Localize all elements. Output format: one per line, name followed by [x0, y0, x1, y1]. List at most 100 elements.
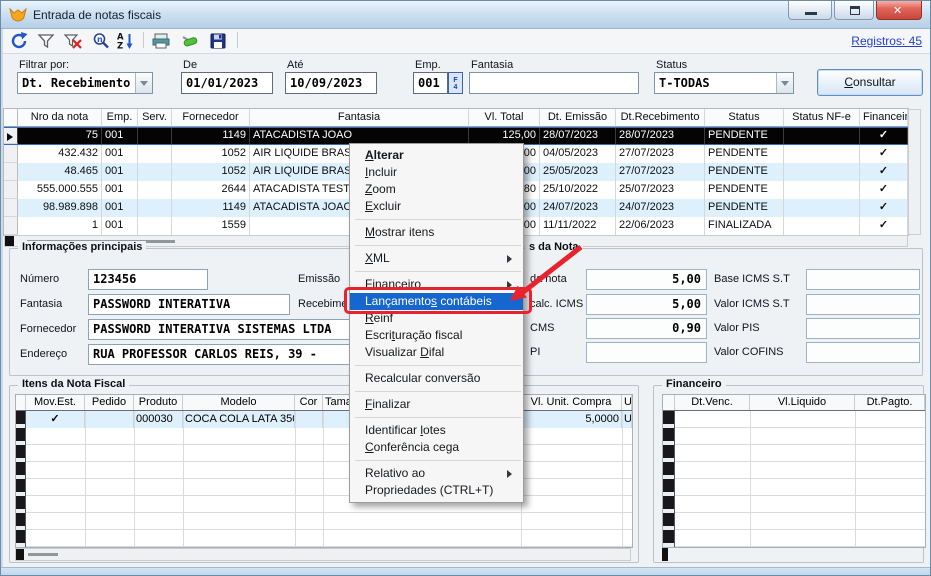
column-header[interactable]: Produto — [134, 395, 183, 410]
column-header[interactable]: U — [622, 395, 632, 410]
menu-item-propriedades[interactable]: Propriedades (CTRL+T) — [350, 482, 523, 499]
menu-item-finalizar[interactable]: Finalizar — [350, 396, 523, 413]
maximize-button[interactable] — [834, 1, 874, 20]
chevron-down-icon[interactable] — [776, 73, 793, 93]
cell: 75 — [18, 128, 102, 144]
minimize-button[interactable] — [788, 1, 832, 20]
base-icms-st-input[interactable] — [806, 269, 920, 290]
menu-item-visualizar-difal[interactable]: Visualizar Difal — [350, 344, 523, 361]
menu-item-relativo-ao[interactable]: Relativo ao — [350, 465, 523, 482]
de-date-input[interactable]: 01/01/2023 — [181, 72, 273, 94]
column-header[interactable]: Fornecedor — [172, 109, 250, 127]
financeiro-grid: Dt.Venc. Vl.Liquido Dt.Pagto. — [662, 394, 926, 548]
cell: PENDENTE — [705, 145, 784, 163]
gutter-header — [4, 109, 18, 127]
zoom-icon[interactable]: n — [90, 31, 112, 51]
cell: 2644 — [172, 181, 250, 199]
horizontal-scrollbar[interactable] — [15, 548, 631, 561]
column-header[interactable]: Vl. Total — [469, 109, 540, 127]
save-icon[interactable] — [207, 31, 229, 51]
filter-icon[interactable] — [35, 31, 57, 51]
valor-ipi-input[interactable] — [586, 342, 707, 363]
status-select[interactable]: T-TODAS — [654, 72, 794, 94]
fantasia-input[interactable] — [469, 72, 639, 94]
chevron-down-icon[interactable] — [135, 73, 152, 93]
column-header[interactable]: Mov.Est. — [26, 395, 85, 410]
menu-item-excluir[interactable]: Excluir — [350, 198, 523, 215]
filtrar-por-select[interactable]: Dt. Recebimento — [17, 72, 153, 94]
itens-grid: Mov.Est. Pedido Produto Modelo Cor Tama … — [15, 394, 633, 548]
column-header[interactable]: Status NF-e — [784, 109, 860, 127]
cell: PENDENTE — [705, 199, 784, 217]
eraser-icon[interactable] — [179, 31, 201, 51]
table-row-selected[interactable]: ✓ 000030 COCA COLA LATA 350 ML 5,0000 U — [26, 411, 632, 428]
sort-icon[interactable]: AZ — [115, 31, 137, 51]
emp-f4-button[interactable]: F4 — [448, 72, 463, 94]
check-icon: ✓ — [860, 181, 908, 199]
print-icon[interactable] — [150, 31, 172, 51]
ate-date-input[interactable]: 10/09/2023 — [285, 72, 377, 94]
cell: PENDENTE — [705, 128, 784, 144]
cell: 04/05/2023 — [540, 145, 616, 163]
column-header[interactable]: Status — [705, 109, 784, 127]
numero-input[interactable]: 123456 — [88, 269, 208, 290]
valor-icms-st-input[interactable] — [806, 294, 920, 315]
valor-icms-input[interactable]: 0,90 — [586, 318, 707, 339]
menu-item-escrituracao-fiscal[interactable]: Escrituração fiscal — [350, 327, 523, 344]
column-header[interactable]: Dt.Recebimento — [616, 109, 705, 127]
refresh-icon[interactable] — [8, 31, 30, 51]
menu-item-identificar-lotes[interactable]: Identificar lotes — [350, 422, 523, 439]
column-header[interactable]: Dt.Venc. — [675, 395, 750, 410]
endereco-input[interactable]: RUA PROFESSOR CARLOS REIS, 39 - — [88, 344, 350, 365]
scrollbar-thumb[interactable] — [28, 553, 58, 556]
menu-item-alterar[interactable]: Alterar — [350, 147, 523, 164]
clear-filter-icon[interactable] — [62, 31, 84, 51]
column-header[interactable]: Vl. Unit. Compra — [521, 395, 622, 410]
cell: 125,00 — [469, 128, 540, 144]
fornecedor-input[interactable]: PASSWORD INTERATIVA SISTEMAS LTDA — [88, 319, 350, 340]
column-header[interactable]: Serv. — [138, 109, 172, 127]
cell — [85, 411, 134, 428]
consultar-button[interactable]: Consultar — [817, 69, 923, 96]
app-window: Entrada de notas fiscais ✕ n AZ Registro… — [0, 0, 931, 576]
column-header[interactable]: Fantasia — [250, 109, 469, 127]
close-button[interactable]: ✕ — [876, 1, 922, 20]
grid-header-row: Dt.Venc. Vl.Liquido Dt.Pagto. — [663, 395, 925, 411]
menu-item-incluir[interactable]: Incluir — [350, 164, 523, 181]
column-header[interactable]: Vl.Liquido — [750, 395, 855, 410]
financeiro-panel: Financeiro Dt.Venc. Vl.Liquido Dt.Pagto. — [653, 385, 924, 563]
base-calc-icms-input[interactable]: 5,00 — [586, 294, 707, 315]
cell: 27/07/2023 — [616, 145, 705, 163]
column-header[interactable]: Emp. — [102, 109, 138, 127]
menu-item-conferencia-cega[interactable]: Conferência cega — [350, 439, 523, 456]
vertical-scrollbar[interactable] — [908, 109, 921, 235]
fantasia-label: Fantasia — [471, 59, 513, 71]
grid-header-row: Mov.Est. Pedido Produto Modelo Cor Tama … — [16, 395, 632, 411]
column-header[interactable]: Financeiro — [860, 109, 908, 127]
annotation-highlight-box — [344, 287, 532, 314]
cell: 48.465 — [18, 163, 102, 181]
cell: U — [622, 411, 632, 428]
svg-text:Z: Z — [117, 42, 123, 52]
cell — [784, 145, 860, 163]
valor-cofins-input[interactable] — [806, 342, 920, 363]
window-left-edge — [1, 29, 3, 567]
column-header[interactable]: Modelo — [183, 395, 295, 410]
column-header[interactable]: Pedido — [85, 395, 134, 410]
cell: 001 — [102, 163, 138, 181]
menu-item-recalcular-conversao[interactable]: Recalcular conversão — [350, 370, 523, 387]
menu-item-xml[interactable]: XML — [350, 250, 523, 267]
column-header[interactable]: Dt. Emissão — [540, 109, 616, 127]
registros-link[interactable]: Registros: 45 — [851, 34, 922, 48]
valor-da-nota-input[interactable]: 5,00 — [586, 269, 707, 290]
emp-input[interactable]: 001 — [413, 72, 448, 94]
menu-item-mostrar-itens[interactable]: Mostrar itens — [350, 224, 523, 241]
menu-item-zoom[interactable]: Zoom — [350, 181, 523, 198]
column-header[interactable]: Dt.Pagto. — [855, 395, 925, 410]
column-header[interactable]: Nro da nota — [18, 109, 102, 127]
base-icms-st-label: Base ICMS S.T — [714, 273, 790, 285]
column-header[interactable]: Cor — [295, 395, 323, 410]
fantasia-info-input[interactable]: PASSWORD INTERATIVA — [88, 294, 290, 315]
valor-pis-input[interactable] — [806, 318, 920, 339]
cell — [784, 163, 860, 181]
